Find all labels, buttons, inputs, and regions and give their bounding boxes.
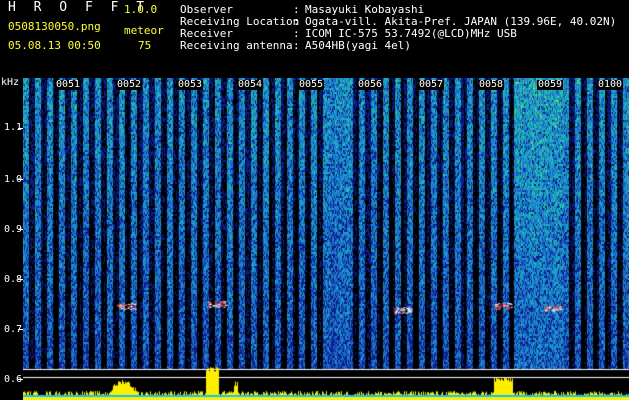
minute-label: 0051 <box>55 79 82 90</box>
meteor-count-label: meteor <box>124 24 164 37</box>
colon-separator: : <box>293 39 300 52</box>
antenna-label: Receiving antenna <box>180 39 293 52</box>
freq-tick-label: 0.8 <box>3 274 22 285</box>
header-panel: H R O F F T 1.0.0 0508130050.png meteor … <box>0 0 629 76</box>
image-filename: 0508130050.png <box>8 20 101 33</box>
minute-label: 0100 <box>597 79 624 90</box>
antenna-value: A504HB(yagi 4el) <box>305 39 411 52</box>
freq-tick-label: 0.7 <box>3 324 22 335</box>
minute-label: 0058 <box>478 79 505 90</box>
minute-label: 0055 <box>298 79 325 90</box>
frequency-axis: kHz 1.1 1.0 0.9 0.8 0.7 0.6 <box>0 76 23 400</box>
freq-tick <box>18 329 23 330</box>
minute-label: 0052 <box>116 79 143 90</box>
freq-tick <box>18 379 23 380</box>
freq-tick-label: 1.0 <box>3 174 22 185</box>
meteor-count-value: 75 <box>138 39 152 52</box>
minute-label: 0053 <box>177 79 204 90</box>
spectrogram-canvas <box>23 78 629 400</box>
minute-label: 0057 <box>418 79 445 90</box>
freq-tick <box>18 279 23 280</box>
minute-label: 0056 <box>357 79 384 90</box>
observation-datetime: 05.08.13 00:50 <box>8 39 101 52</box>
freq-tick <box>18 128 23 129</box>
freq-tick-label: 0.6 <box>3 374 22 385</box>
app-version: 1.0.0 <box>124 3 158 16</box>
freq-tick <box>18 229 23 230</box>
minute-label: 0059 <box>537 79 564 90</box>
minute-label: 0054 <box>237 79 264 90</box>
freq-tick-label: 0.9 <box>3 224 22 235</box>
frequency-unit: kHz <box>1 77 20 88</box>
freq-tick <box>18 179 23 180</box>
